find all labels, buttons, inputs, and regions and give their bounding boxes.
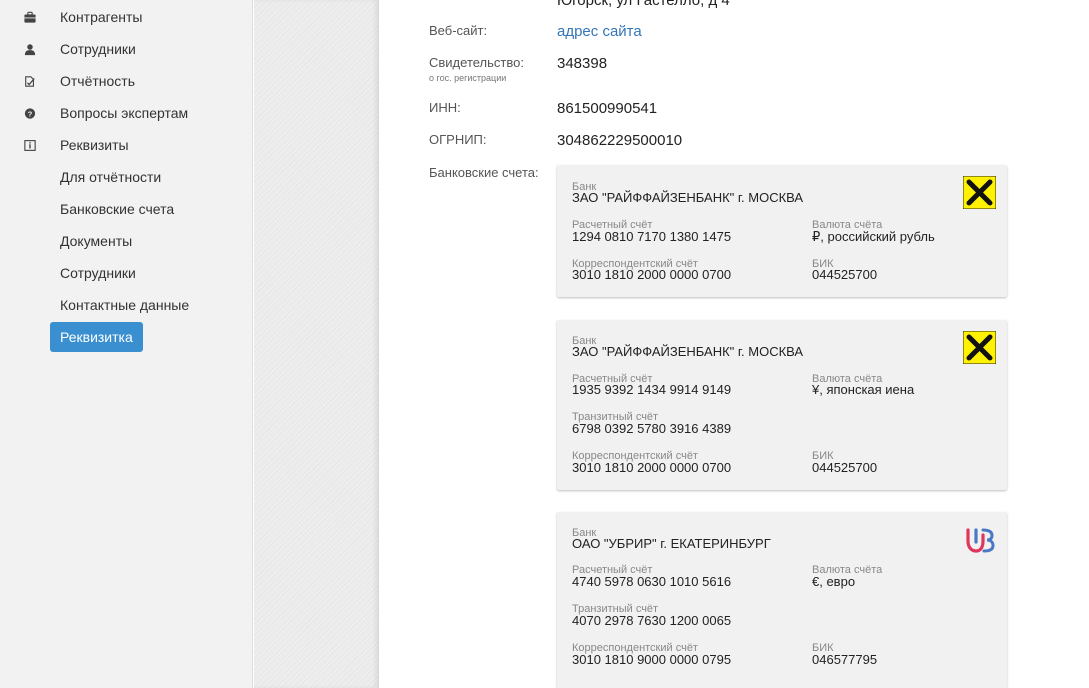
account-number: 4740 5978 0630 1010 5616	[572, 574, 732, 589]
requisites-panel: Югорск, ул Гастелло, д 4 Веб-сайт: адрес…	[380, 0, 1089, 688]
certificate-sublabel: о гос. регистрации	[429, 73, 507, 83]
subitem-requisite-card[interactable]: Реквизитка	[50, 322, 143, 352]
bik-value: 046577795	[812, 652, 878, 667]
account-number: 1294 0810 7170 1380 1475	[572, 229, 732, 244]
certificate-label-text: Свидетельство:	[429, 55, 524, 70]
currency-value: ¥, японская иена	[812, 382, 915, 397]
sidebar-item-requisites[interactable]: Реквизиты	[0, 129, 129, 161]
sidebar-item-label: Реквизиты	[60, 137, 129, 153]
bank-name: ОАО "УБРИР" г. ЕКАТЕРИНБУРГ	[572, 536, 771, 551]
user-icon	[0, 43, 60, 56]
address-value: Югорск, ул Гастелло, д 4	[557, 0, 730, 9]
sidebar-item-reports[interactable]: Отчётность	[0, 65, 135, 97]
bank-name: ЗАО "РАЙФФАЙЗЕНБАНК" г. МОСКВА	[572, 344, 804, 359]
bank-name: ЗАО "РАЙФФАЙЗЕНБАНК" г. МОСКВА	[572, 190, 804, 205]
inn-value: 861500990541	[557, 100, 658, 117]
certificate-label: Свидетельство: о гос. регистрации	[429, 55, 524, 83]
sidebar-item-label: Сотрудники	[60, 41, 136, 57]
inn-label: ИНН:	[429, 100, 461, 115]
sidebar-item-label: Контрагенты	[60, 9, 143, 25]
svg-text:?: ?	[28, 109, 33, 118]
ogrnip-value: 304862229500010	[557, 132, 683, 149]
background-gutter	[254, 0, 379, 688]
bank-account-card: Банк ЗАО "РАЙФФАЙЗЕНБАНК" г. МОСКВА Расч…	[557, 165, 1007, 297]
raiffeisen-logo	[963, 176, 996, 209]
ubrir-logo	[966, 528, 995, 553]
bank-account-card: Банк ОАО "УБРИР" г. ЕКАТЕРИНБУРГ Расчетн…	[557, 512, 1007, 688]
ogrnip-label: ОГРНИП:	[429, 132, 487, 147]
sidebar-item-label: Отчётность	[60, 73, 136, 89]
sidebar-item-expert-questions[interactable]: ? Вопросы экспертам	[0, 97, 188, 129]
subitem-contact-data[interactable]: Контактные данные	[60, 295, 189, 315]
sidebar: Контрагенты Сотрудники Отчётность ? Вопр…	[0, 0, 253, 688]
info-square-icon	[0, 139, 60, 152]
corr-number: 3010 1810 2000 0000 0700	[572, 460, 732, 475]
subitem-documents[interactable]: Документы	[60, 231, 132, 251]
report-icon	[0, 75, 60, 88]
account-number: 1935 9392 1434 9914 9149	[572, 382, 732, 397]
raiffeisen-logo	[963, 331, 996, 364]
bank-accounts-label: Банковские счета:	[429, 165, 539, 180]
transit-number: 4070 2978 7630 1200 0065	[572, 613, 732, 628]
certificate-value: 348398	[557, 55, 608, 72]
bank-account-card: Банк ЗАО "РАЙФФАЙЗЕНБАНК" г. МОСКВА Расч…	[557, 320, 1007, 490]
subitem-bank-accounts[interactable]: Банковские счета	[60, 199, 174, 219]
corr-number: 3010 1810 2000 0000 0700	[572, 267, 732, 282]
currency-value: €, евро	[812, 574, 856, 589]
sidebar-item-contractors[interactable]: Контрагенты	[0, 1, 142, 33]
corr-number: 3010 1810 9000 0000 0795	[572, 652, 732, 667]
question-circle-icon: ?	[0, 107, 60, 120]
subitem-employees[interactable]: Сотрудники	[60, 263, 136, 283]
subitem-for-reporting[interactable]: Для отчётности	[60, 167, 161, 187]
bik-value: 044525700	[812, 267, 878, 282]
transit-number: 6798 0392 5780 3916 4389	[572, 421, 732, 436]
currency-value: ₽, российский рубль	[812, 229, 935, 244]
sidebar-item-label: Вопросы экспертам	[60, 105, 189, 121]
briefcase-icon	[0, 11, 60, 24]
website-label: Веб-сайт:	[429, 23, 488, 38]
bik-value: 044525700	[812, 460, 878, 475]
website-link[interactable]: адрес сайта	[557, 23, 642, 40]
sidebar-item-employees[interactable]: Сотрудники	[0, 33, 136, 65]
